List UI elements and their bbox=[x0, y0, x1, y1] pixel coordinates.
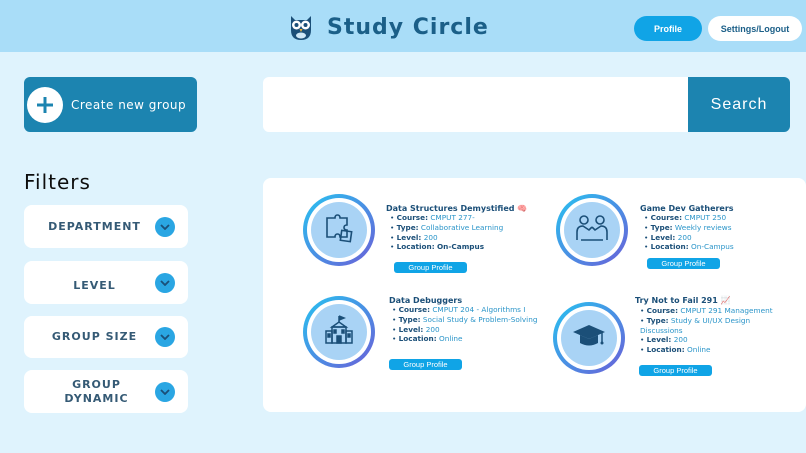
group-avatar bbox=[556, 194, 628, 266]
group-title: Game Dev Gatherers bbox=[640, 204, 734, 213]
handshake-icon bbox=[575, 213, 609, 247]
group-title: Try Not to Fail 291 📈 bbox=[635, 296, 731, 305]
puzzle-icon bbox=[323, 212, 355, 248]
chevron-down-icon[interactable] bbox=[155, 327, 175, 347]
group-title: Data Structures Demystified 🧠 bbox=[386, 204, 528, 213]
detail-location: Location: Online bbox=[640, 345, 790, 355]
profile-button[interactable]: Profile bbox=[634, 16, 702, 41]
filter-level[interactable]: LEVEL bbox=[24, 261, 188, 304]
group-details: Course: CMPUT 291 Management Type: Study… bbox=[640, 306, 790, 355]
create-group-label: Create new group bbox=[71, 97, 187, 112]
filter-label: DEPARTMENT bbox=[48, 219, 141, 233]
plus-icon bbox=[27, 86, 63, 123]
filter-department[interactable]: DEPARTMENT bbox=[24, 205, 188, 248]
detail-type: Type: Weekly reviews bbox=[644, 223, 794, 233]
detail-location: Location: On-Campus bbox=[644, 242, 794, 252]
filter-group-size[interactable]: GROUP SIZE bbox=[24, 316, 188, 358]
filter-label: GROUP SIZE bbox=[51, 330, 138, 343]
group-details: Course: CMPUT 204 - Algorithms I Type: S… bbox=[392, 305, 542, 344]
group-avatar bbox=[303, 194, 375, 266]
graduation-cap-icon bbox=[572, 322, 606, 354]
detail-location: Location: On-Campus bbox=[390, 242, 540, 252]
search-input[interactable] bbox=[263, 77, 689, 132]
detail-location: Location: Online bbox=[392, 334, 542, 344]
brand: Study Circle bbox=[287, 11, 489, 43]
detail-course: Course: CMPUT 277- bbox=[390, 213, 540, 223]
group-profile-button[interactable]: Group Profile bbox=[389, 359, 462, 370]
detail-type: Type: Collaborative Learning bbox=[390, 223, 540, 233]
detail-course: Course: CMPUT 291 Management bbox=[640, 306, 790, 316]
detail-level: Level: 200 bbox=[644, 233, 794, 243]
detail-type: Type: Social Study & Problem-Solving bbox=[392, 315, 542, 325]
group-profile-button[interactable]: Group Profile bbox=[394, 262, 467, 273]
group-details: Course: CMPUT 277- Type: Collaborative L… bbox=[390, 213, 540, 252]
group-avatar bbox=[553, 302, 625, 374]
detail-level: Level: 200 bbox=[392, 325, 542, 335]
chevron-down-icon[interactable] bbox=[155, 216, 175, 237]
filters-heading: Filters bbox=[24, 170, 91, 194]
filter-label: GROUP DYNAMIC bbox=[64, 377, 129, 405]
group-profile-button[interactable]: Group Profile bbox=[647, 258, 720, 269]
group-details: Course: CMPUT 250 Type: Weekly reviews L… bbox=[644, 213, 794, 252]
search-button[interactable]: Search bbox=[688, 77, 790, 132]
group-profile-button[interactable]: Group Profile bbox=[639, 365, 712, 376]
group-avatar bbox=[303, 296, 375, 368]
create-group-button[interactable]: Create new group bbox=[24, 77, 197, 132]
app-title: Study Circle bbox=[327, 14, 489, 40]
group-results-panel: Data Structures Demystified 🧠 Course: CM… bbox=[263, 178, 806, 412]
chevron-down-icon[interactable] bbox=[155, 272, 175, 293]
detail-type: Type: Study & UI/UX Design Discussions bbox=[640, 316, 790, 336]
group-title: Data Debuggers bbox=[389, 296, 463, 305]
detail-course: Course: CMPUT 204 - Algorithms I bbox=[392, 305, 542, 315]
chevron-down-icon[interactable] bbox=[155, 381, 175, 402]
settings-logout-button[interactable]: Settings/Logout bbox=[708, 16, 802, 41]
detail-level: Level: 200 bbox=[640, 335, 790, 345]
school-building-icon bbox=[323, 314, 355, 350]
filter-group-dynamic[interactable]: GROUP DYNAMIC bbox=[24, 370, 188, 413]
detail-course: Course: CMPUT 250 bbox=[644, 213, 794, 223]
owl-logo-icon bbox=[287, 12, 315, 42]
detail-level: Level: 200 bbox=[390, 233, 540, 243]
filter-label: LEVEL bbox=[73, 278, 116, 292]
